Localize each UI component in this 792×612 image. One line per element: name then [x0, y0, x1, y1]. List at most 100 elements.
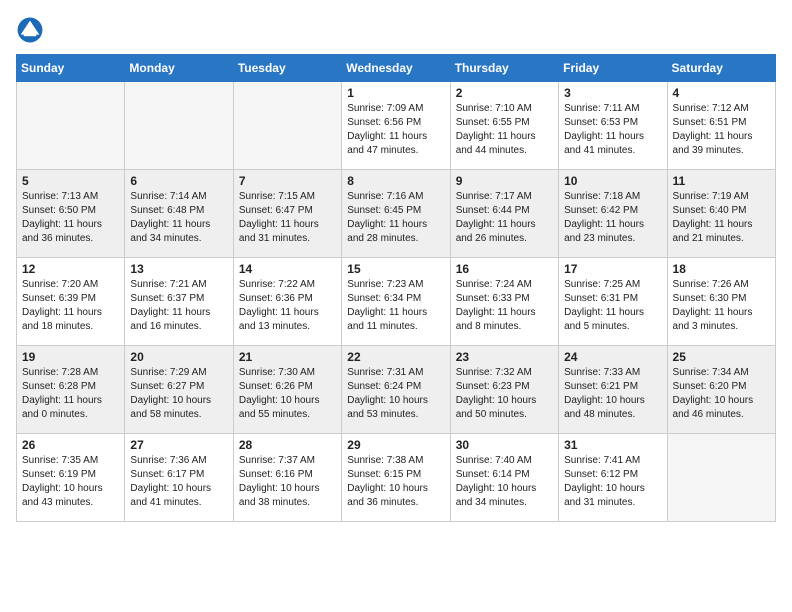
calendar-table: SundayMondayTuesdayWednesdayThursdayFrid… [16, 54, 776, 522]
cell-content: Sunrise: 7:36 AM Sunset: 6:17 PM Dayligh… [130, 454, 227, 510]
day-number: 1 [347, 86, 444, 100]
cell-content: Sunrise: 7:21 AM Sunset: 6:37 PM Dayligh… [130, 278, 227, 334]
calendar-cell: 28 Sunrise: 7:37 AM Sunset: 6:16 PM Dayli… [233, 434, 341, 522]
logo-icon [16, 16, 44, 44]
cell-content: Sunrise: 7:30 AM Sunset: 6:26 PM Dayligh… [239, 366, 336, 422]
day-number: 23 [456, 350, 553, 364]
day-number: 16 [456, 262, 553, 276]
calendar-cell: 24 Sunrise: 7:33 AM Sunset: 6:21 PM Dayli… [559, 346, 667, 434]
cell-content: Sunrise: 7:16 AM Sunset: 6:45 PM Dayligh… [347, 190, 444, 246]
day-number: 25 [673, 350, 770, 364]
calendar-cell: 29Sunrise: 7:38 AM Sunset: 6:15 PM Dayli… [342, 434, 450, 522]
cell-content: Sunrise: 7:09 AM Sunset: 6:56 PM Dayligh… [347, 102, 444, 158]
cell-content: Sunrise: 7:25 AM Sunset: 6:31 PM Dayligh… [564, 278, 661, 334]
day-number: 30 [456, 438, 553, 452]
cell-content: Sunrise: 7:17 AM Sunset: 6:44 PM Dayligh… [456, 190, 553, 246]
cell-content: Sunrise: 7:11 AM Sunset: 6:53 PM Dayligh… [564, 102, 661, 158]
cell-content: Sunrise: 7:14 AM Sunset: 6:48 PM Dayligh… [130, 190, 227, 246]
cell-content: Sunrise: 7:28 AM Sunset: 6:28 PM Dayligh… [22, 366, 119, 422]
calendar-cell: 18 Sunrise: 7:26 AM Sunset: 6:30 PM Dayli… [667, 258, 775, 346]
cell-content: Sunrise: 7:38 AM Sunset: 6:15 PM Dayligh… [347, 454, 444, 510]
cell-content: Sunrise: 7:10 AM Sunset: 6:55 PM Dayligh… [456, 102, 553, 158]
calendar-cell: 2 Sunrise: 7:10 AM Sunset: 6:55 PM Daylig… [450, 82, 558, 170]
cell-content: Sunrise: 7:20 AM Sunset: 6:39 PM Dayligh… [22, 278, 119, 334]
calendar-cell: 3 Sunrise: 7:11 AM Sunset: 6:53 PM Daylig… [559, 82, 667, 170]
calendar-cell: 20 Sunrise: 7:29 AM Sunset: 6:27 PM Dayli… [125, 346, 233, 434]
calendar-cell: 31 Sunrise: 7:41 AM Sunset: 6:12 PM Dayli… [559, 434, 667, 522]
day-number: 6 [130, 174, 227, 188]
calendar-cell: 12 Sunrise: 7:20 AM Sunset: 6:39 PM Dayli… [17, 258, 125, 346]
cell-content: Sunrise: 7:13 AM Sunset: 6:50 PM Dayligh… [22, 190, 119, 246]
calendar-cell: 10 Sunrise: 7:18 AM Sunset: 6:42 PM Dayli… [559, 170, 667, 258]
cell-content: Sunrise: 7:12 AM Sunset: 6:51 PM Dayligh… [673, 102, 770, 158]
day-number: 3 [564, 86, 661, 100]
calendar-cell: 7 Sunrise: 7:15 AM Sunset: 6:47 PM Daylig… [233, 170, 341, 258]
day-number: 14 [239, 262, 336, 276]
calendar-cell: 9 Sunrise: 7:17 AM Sunset: 6:44 PM Daylig… [450, 170, 558, 258]
page-header [16, 16, 776, 44]
cell-content: Sunrise: 7:26 AM Sunset: 6:30 PM Dayligh… [673, 278, 770, 334]
day-number: 8 [347, 174, 444, 188]
col-header-thursday: Thursday [450, 55, 558, 82]
cell-content: Sunrise: 7:15 AM Sunset: 6:47 PM Dayligh… [239, 190, 336, 246]
cell-content: Sunrise: 7:40 AM Sunset: 6:14 PM Dayligh… [456, 454, 553, 510]
calendar-week-4: 19 Sunrise: 7:28 AM Sunset: 6:28 PM Dayli… [17, 346, 776, 434]
day-number: 7 [239, 174, 336, 188]
day-number: 21 [239, 350, 336, 364]
day-number: 9 [456, 174, 553, 188]
calendar-cell: 5 Sunrise: 7:13 AM Sunset: 6:50 PM Daylig… [17, 170, 125, 258]
cell-content: Sunrise: 7:18 AM Sunset: 6:42 PM Dayligh… [564, 190, 661, 246]
calendar-week-3: 12 Sunrise: 7:20 AM Sunset: 6:39 PM Dayli… [17, 258, 776, 346]
cell-content: Sunrise: 7:22 AM Sunset: 6:36 PM Dayligh… [239, 278, 336, 334]
col-header-monday: Monday [125, 55, 233, 82]
day-number: 12 [22, 262, 119, 276]
day-number: 20 [130, 350, 227, 364]
calendar-cell: 14 Sunrise: 7:22 AM Sunset: 6:36 PM Dayli… [233, 258, 341, 346]
day-number: 19 [22, 350, 119, 364]
day-number: 5 [22, 174, 119, 188]
calendar-cell: 6 Sunrise: 7:14 AM Sunset: 6:48 PM Daylig… [125, 170, 233, 258]
cell-content: Sunrise: 7:31 AM Sunset: 6:24 PM Dayligh… [347, 366, 444, 422]
calendar-cell: 17 Sunrise: 7:25 AM Sunset: 6:31 PM Dayli… [559, 258, 667, 346]
calendar-cell: 27 Sunrise: 7:36 AM Sunset: 6:17 PM Dayli… [125, 434, 233, 522]
calendar-cell: 22 Sunrise: 7:31 AM Sunset: 6:24 PM Dayli… [342, 346, 450, 434]
cell-content: Sunrise: 7:32 AM Sunset: 6:23 PM Dayligh… [456, 366, 553, 422]
col-header-sunday: Sunday [17, 55, 125, 82]
day-number: 2 [456, 86, 553, 100]
logo [16, 16, 48, 44]
day-number: 27 [130, 438, 227, 452]
cell-content: Sunrise: 7:24 AM Sunset: 6:33 PM Dayligh… [456, 278, 553, 334]
cell-content: Sunrise: 7:41 AM Sunset: 6:12 PM Dayligh… [564, 454, 661, 510]
calendar-cell: 11 Sunrise: 7:19 AM Sunset: 6:40 PM Dayli… [667, 170, 775, 258]
calendar-cell: 15Sunrise: 7:23 AM Sunset: 6:34 PM Dayli… [342, 258, 450, 346]
col-header-wednesday: Wednesday [342, 55, 450, 82]
cell-content: Sunrise: 7:29 AM Sunset: 6:27 PM Dayligh… [130, 366, 227, 422]
day-number: 11 [673, 174, 770, 188]
calendar-cell [125, 82, 233, 170]
cell-content: Sunrise: 7:33 AM Sunset: 6:21 PM Dayligh… [564, 366, 661, 422]
day-number: 17 [564, 262, 661, 276]
calendar-cell: 30 Sunrise: 7:40 AM Sunset: 6:14 PM Dayli… [450, 434, 558, 522]
day-number: 28 [239, 438, 336, 452]
cell-content: Sunrise: 7:37 AM Sunset: 6:16 PM Dayligh… [239, 454, 336, 510]
day-number: 24 [564, 350, 661, 364]
day-number: 10 [564, 174, 661, 188]
calendar-cell: 16 Sunrise: 7:24 AM Sunset: 6:33 PM Dayli… [450, 258, 558, 346]
calendar-cell: 21 Sunrise: 7:30 AM Sunset: 6:26 PM Dayli… [233, 346, 341, 434]
day-number: 15 [347, 262, 444, 276]
calendar-cell: 1 Sunrise: 7:09 AM Sunset: 6:56 PM Daylig… [342, 82, 450, 170]
day-number: 18 [673, 262, 770, 276]
day-number: 22 [347, 350, 444, 364]
calendar-week-1: 1 Sunrise: 7:09 AM Sunset: 6:56 PM Daylig… [17, 82, 776, 170]
cell-content: Sunrise: 7:19 AM Sunset: 6:40 PM Dayligh… [673, 190, 770, 246]
col-header-saturday: Saturday [667, 55, 775, 82]
day-number: 4 [673, 86, 770, 100]
cell-content: Sunrise: 7:35 AM Sunset: 6:19 PM Dayligh… [22, 454, 119, 510]
day-number: 31 [564, 438, 661, 452]
calendar-cell: 8 Sunrise: 7:16 AM Sunset: 6:45 PM Daylig… [342, 170, 450, 258]
calendar-cell: 25Sunrise: 7:34 AM Sunset: 6:20 PM Dayli… [667, 346, 775, 434]
day-number: 13 [130, 262, 227, 276]
calendar-week-2: 5 Sunrise: 7:13 AM Sunset: 6:50 PM Daylig… [17, 170, 776, 258]
calendar-cell: 23 Sunrise: 7:32 AM Sunset: 6:23 PM Dayli… [450, 346, 558, 434]
calendar-cell: 13 Sunrise: 7:21 AM Sunset: 6:37 PM Dayli… [125, 258, 233, 346]
